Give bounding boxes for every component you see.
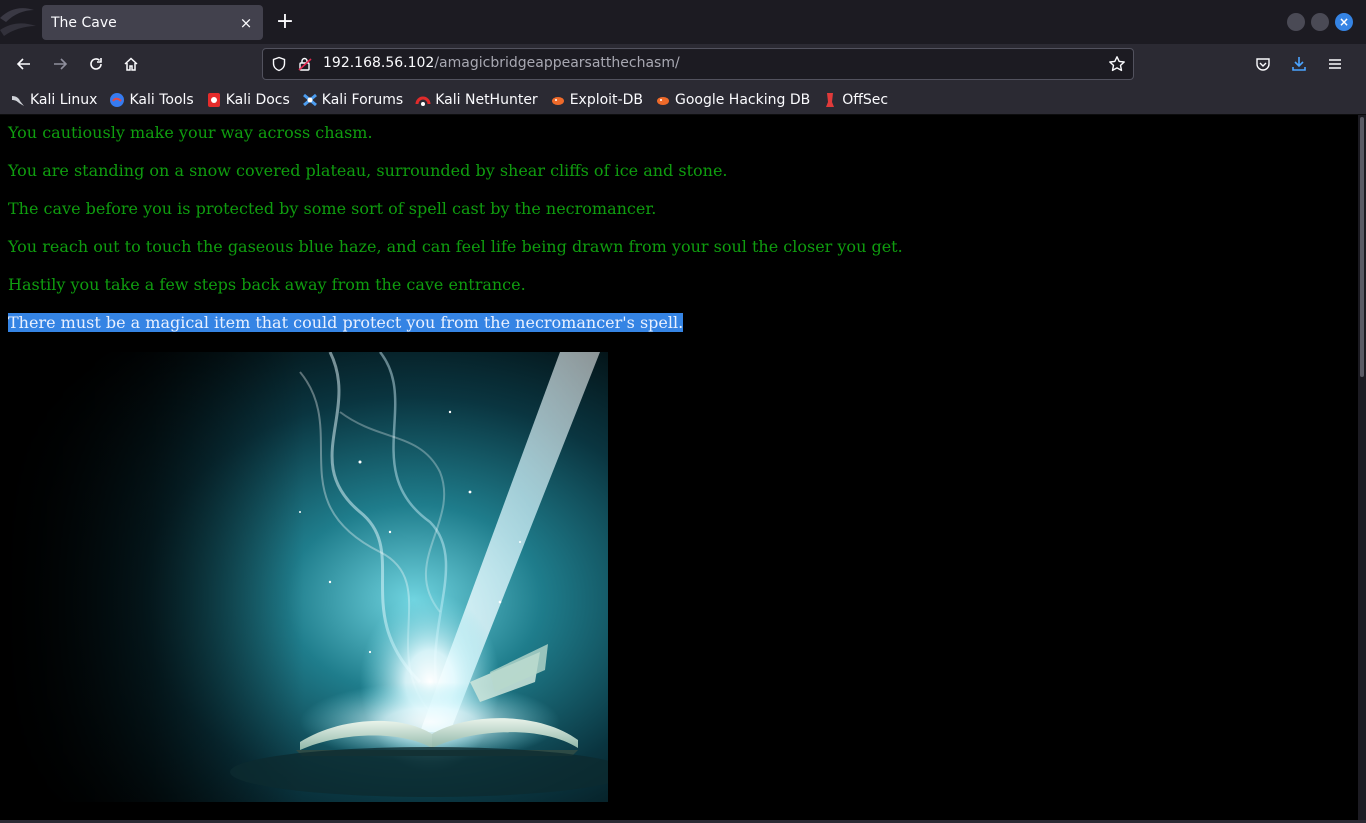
bookmark-offsec[interactable]: OffSec	[822, 92, 888, 108]
new-tab-button[interactable]: +	[273, 10, 297, 34]
url-path: /amagicbridgeappearsatthechasm/	[434, 55, 680, 71]
bookmark-exploit-db[interactable]: Exploit-DB	[550, 92, 643, 108]
tab-close-icon[interactable]: ×	[238, 14, 254, 32]
kali-docs-icon	[206, 92, 222, 108]
story-paragraph-4: You reach out to touch the gaseous blue …	[8, 237, 903, 256]
home-icon	[124, 57, 138, 71]
bookmark-label: Kali Tools	[129, 91, 194, 108]
magic-book-image	[0, 352, 608, 802]
home-button[interactable]	[119, 52, 143, 76]
kali-forums-icon	[302, 92, 318, 108]
page-scrollbar-thumb[interactable]	[1360, 117, 1364, 377]
bookmark-label: Kali NetHunter	[435, 91, 538, 108]
nethunter-icon	[415, 92, 431, 108]
selected-text: There must be a magical item that could …	[8, 313, 684, 332]
bookmark-label: Google Hacking DB	[674, 91, 811, 108]
pocket-icon	[1256, 58, 1270, 71]
story-paragraph-2: You are standing on a snow covered plate…	[8, 161, 728, 180]
bookmarks-toolbar: Kali Linux Kali Tools Kali Docs Kali For…	[0, 85, 1366, 115]
story-paragraph-3: The cave before you is protected by some…	[8, 199, 657, 218]
url-text[interactable]: 192.168.56.102/amagicbridgeappearsatthec…	[323, 55, 680, 71]
bookmark-kali-tools[interactable]: Kali Tools	[109, 91, 194, 108]
bookmark-label: Kali Docs	[225, 91, 290, 108]
bookmark-star-icon[interactable]	[1108, 55, 1126, 73]
bookmark-kali-nethunter[interactable]: Kali NetHunter	[415, 91, 538, 108]
tab-strip: The Cave × + ×	[0, 0, 1366, 44]
bookmark-google-hacking-db[interactable]: Google Hacking DB	[655, 92, 810, 108]
minimize-window-button[interactable]	[1287, 13, 1305, 31]
maximize-window-button[interactable]	[1311, 13, 1329, 31]
bookmark-label: OffSec	[842, 91, 889, 108]
reload-button[interactable]	[84, 52, 108, 76]
kali-tools-icon	[109, 92, 125, 108]
bookmark-kali-forums[interactable]: Kali Forums	[302, 92, 403, 108]
bookmark-label: Kali Linux	[30, 91, 98, 108]
ghdb-icon	[655, 92, 671, 108]
page-content: You cautiously make your way across chas…	[0, 115, 1358, 823]
offsec-icon	[822, 92, 838, 108]
tab-title: The Cave	[51, 14, 117, 31]
reload-icon	[90, 58, 102, 70]
story-paragraph-5: Hastily you take a few steps back away f…	[8, 275, 526, 294]
forward-arrow-icon	[54, 58, 68, 70]
url-host: 192.168.56.102	[323, 55, 435, 71]
forward-button[interactable]	[48, 52, 72, 76]
close-window-button[interactable]: ×	[1335, 13, 1353, 31]
hamburger-menu-icon	[1329, 59, 1341, 69]
bookmark-kali-docs[interactable]: Kali Docs	[206, 92, 290, 108]
insecure-lock-icon[interactable]	[297, 56, 313, 72]
downloads-button[interactable]	[1287, 52, 1311, 76]
bookmark-label: Kali Forums	[321, 91, 404, 108]
bookmark-label: Exploit-DB	[569, 91, 643, 108]
story-paragraph-6: There must be a magical item that could …	[8, 305, 1358, 343]
bookmark-kali-linux[interactable]: Kali Linux	[10, 92, 97, 108]
kali-dragon-decoration-icon	[0, 8, 36, 36]
back-arrow-icon	[16, 58, 30, 70]
navigation-toolbar: 192.168.56.102/amagicbridgeappearsatthec…	[0, 44, 1366, 85]
download-icon	[1292, 57, 1306, 71]
app-menu-button[interactable]	[1323, 52, 1347, 76]
kali-dragon-icon	[10, 92, 26, 108]
pocket-button[interactable]	[1251, 52, 1275, 76]
back-button[interactable]	[12, 52, 36, 76]
tab-the-cave[interactable]: The Cave ×	[42, 5, 263, 40]
exploit-db-icon	[550, 92, 566, 108]
tracking-protection-shield-icon[interactable]	[271, 56, 287, 72]
story-paragraph-1: You cautiously make your way across chas…	[8, 123, 373, 142]
address-bar[interactable]: 192.168.56.102/amagicbridgeappearsatthec…	[262, 48, 1134, 80]
